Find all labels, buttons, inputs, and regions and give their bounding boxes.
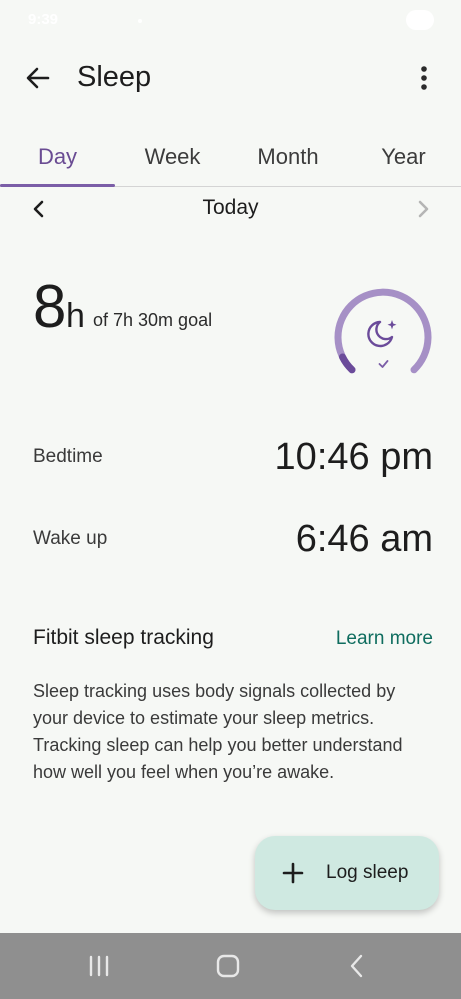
tab-indicator [0,184,115,187]
log-sleep-button[interactable]: Log sleep [255,836,439,910]
home-button[interactable] [211,951,245,981]
more-vertical-icon [421,66,427,90]
tab-label: Day [37,144,78,169]
wake-up-label: Wake up [33,528,108,549]
notification-dot-icon [138,19,142,23]
battery-icon [406,10,434,30]
check-icon [378,360,389,368]
status-bar: 9:39 [0,0,461,40]
back-chevron-icon [350,954,363,978]
sleep-goal-text: of 7h 30m goal [93,310,213,330]
recent-apps-icon [89,955,109,977]
goal-ring-track [334,288,432,374]
date-label: Today [202,196,259,219]
tab-day[interactable]: Day [0,128,115,186]
tab-week[interactable]: Week [115,128,230,186]
status-time: 9:39 [28,11,59,28]
learn-more-link[interactable]: Learn more [336,628,433,650]
tracking-description: Sleep tracking uses body signals collect… [33,681,403,782]
back-button[interactable] [22,62,54,94]
wake-up-value: 6:46 am [295,518,433,560]
more-options-button[interactable] [410,62,438,94]
sleep-hours-value: 8 [33,273,67,340]
next-day-button[interactable] [410,196,436,222]
tab-label: Week [144,144,201,169]
bedtime-value: 10:46 pm [274,436,433,478]
goal-ring-progress [339,353,356,374]
app-bar: Sleep [0,48,461,108]
tab-month[interactable]: Month [230,128,346,186]
chevron-right-icon [418,200,429,218]
tab-label: Month [257,144,319,169]
recent-apps-button[interactable] [82,951,116,981]
arrow-left-icon [26,67,50,89]
sleep-hours-unit: h [66,297,85,335]
tab-label: Year [381,144,426,169]
period-tabs: Day Week Month Year [0,128,461,187]
tracking-section-title: Fitbit sleep tracking [33,626,214,649]
system-navigation-bar [0,933,461,999]
bedtime-label: Bedtime [33,446,103,467]
sleep-goal-ring [334,288,432,374]
tab-year[interactable]: Year [346,128,461,186]
date-navigator: Today [0,190,461,228]
moon-stars-icon [367,320,397,348]
plus-icon [282,862,304,884]
log-sleep-label: Log sleep [326,862,409,883]
sleep-duration-summary: 8 h of 7h 30m goal [33,270,333,350]
page-title: Sleep [77,61,152,93]
system-back-button[interactable] [340,951,374,981]
home-icon [216,954,240,978]
